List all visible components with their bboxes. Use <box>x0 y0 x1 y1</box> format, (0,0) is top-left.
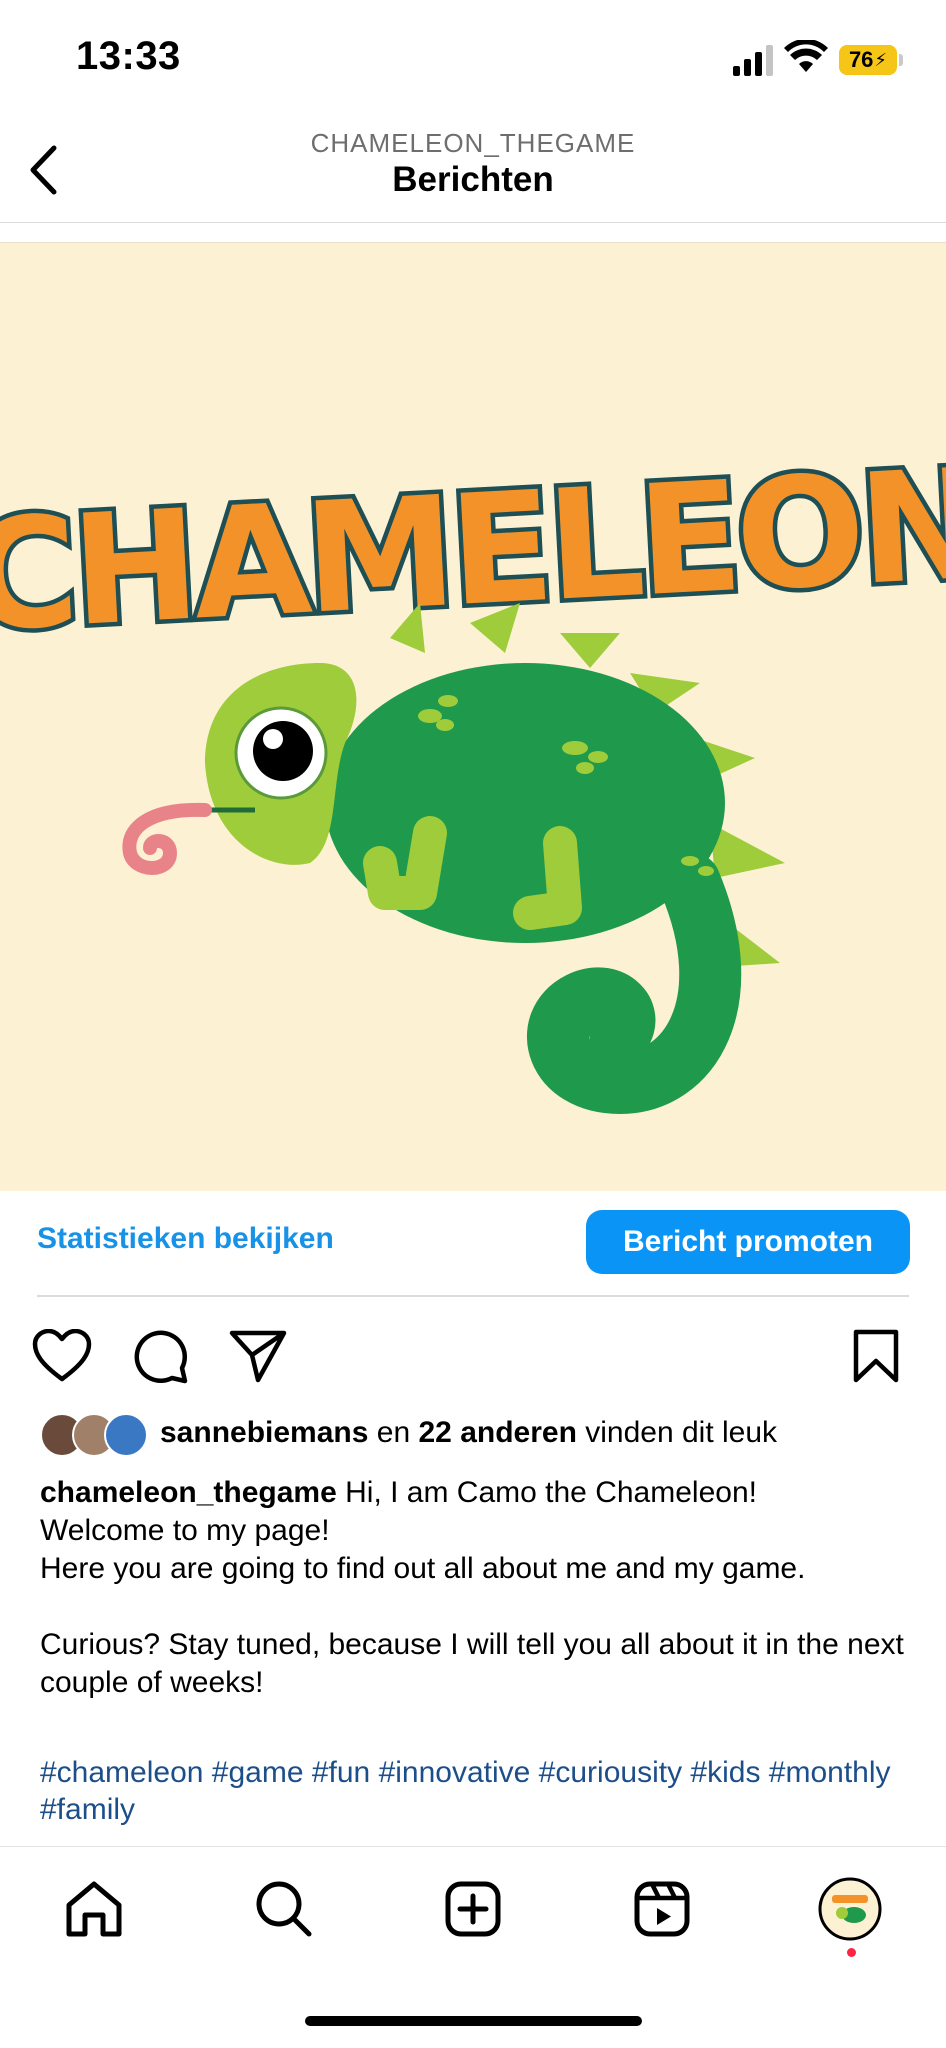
hashtags[interactable]: #chameleon #game #fun #innovative #curio… <box>40 1754 910 1828</box>
battery-icon: 76 ⚡ <box>839 45 897 75</box>
create-icon <box>445 1881 501 1937</box>
reels-icon <box>634 1881 690 1937</box>
wifi-icon <box>784 40 828 72</box>
comment-button[interactable] <box>130 1326 190 1386</box>
chameleon-logo-illustration: CHAMELEON <box>0 431 946 1115</box>
bookmark-icon <box>853 1329 899 1383</box>
share-button[interactable] <box>226 1326 290 1386</box>
status-time: 13:33 <box>76 34 181 78</box>
save-button[interactable] <box>848 1326 904 1386</box>
like-button[interactable] <box>30 1326 94 1386</box>
liker-avatars[interactable] <box>40 1413 150 1457</box>
tab-profile[interactable] <box>818 1877 882 1941</box>
promote-post-button[interactable]: Bericht promoten <box>586 1210 910 1274</box>
divider <box>37 1295 909 1297</box>
status-bar: 13:33 76 ⚡ <box>0 0 946 120</box>
likes-summary[interactable]: sannebiemans en 22 anderen vinden dit le… <box>160 1416 777 1450</box>
battery-nub <box>899 54 903 66</box>
comment-icon <box>134 1330 188 1384</box>
svg-text:CHAMELEON: CHAMELEON <box>0 436 946 666</box>
notification-dot <box>847 1948 856 1957</box>
cellular-signal-icon <box>733 45 773 76</box>
home-icon <box>66 1881 122 1937</box>
others-count[interactable]: 22 anderen <box>418 1416 576 1449</box>
post-caption: chameleon_thegame Hi, I am Camo the Cham… <box>40 1476 904 1699</box>
bottom-tab-bar <box>0 1846 946 1967</box>
header: CHAMELEON_THEGAME Berichten <box>0 120 946 223</box>
share-icon <box>229 1330 287 1383</box>
tab-home[interactable] <box>62 1877 126 1941</box>
view-insights-link[interactable]: Statistieken bekijken <box>37 1222 334 1256</box>
tab-search[interactable] <box>252 1877 316 1941</box>
tab-create[interactable] <box>441 1877 505 1941</box>
avatar <box>104 1413 148 1457</box>
account-name: CHAMELEON_THEGAME <box>310 128 636 158</box>
heart-icon <box>32 1329 92 1382</box>
tab-reels[interactable] <box>630 1877 694 1941</box>
page-title: Berichten <box>392 160 554 199</box>
profile-avatar <box>818 1877 882 1941</box>
liker-username[interactable]: sannebiemans <box>160 1416 368 1449</box>
home-indicator[interactable] <box>305 2016 642 2026</box>
search-icon <box>256 1881 312 1937</box>
caption-username[interactable]: chameleon_thegame <box>40 1476 337 1509</box>
post-image[interactable]: CHAMELEON <box>0 242 946 1191</box>
